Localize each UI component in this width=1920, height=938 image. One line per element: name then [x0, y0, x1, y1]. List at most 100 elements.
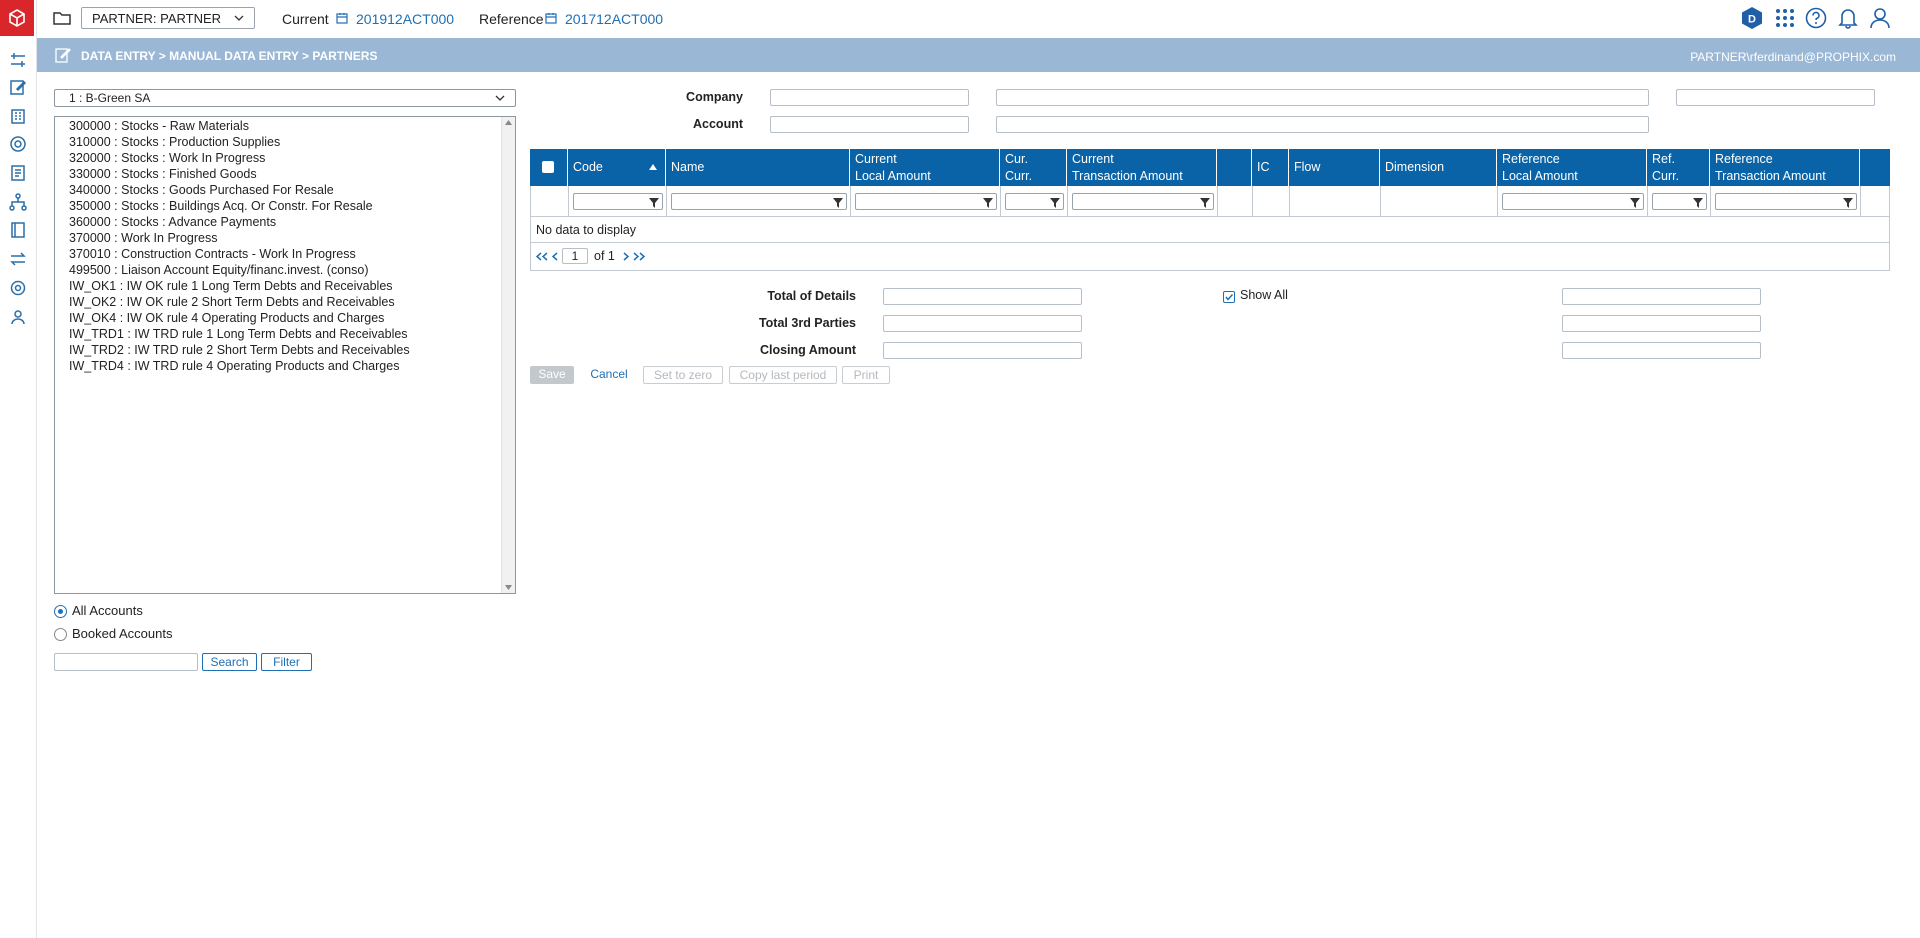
account-list-item[interactable]: 370010 : Construction Contracts - Work I… — [69, 246, 410, 262]
column-header[interactable]: Name — [666, 149, 850, 186]
booked-accounts-radio[interactable] — [54, 628, 67, 641]
journal-icon[interactable] — [8, 220, 28, 240]
ref-total-3rd-field[interactable] — [1562, 315, 1761, 332]
filter-funnel-icon[interactable] — [983, 196, 993, 211]
set-to-zero-button[interactable]: Set to zero — [643, 366, 723, 384]
building-icon[interactable] — [8, 106, 28, 126]
select-all-checkbox[interactable] — [542, 161, 554, 173]
hierarchy-icon[interactable] — [8, 192, 28, 212]
reference-period-link[interactable]: 201712ACT000 — [565, 11, 663, 27]
filter-funnel-icon[interactable] — [649, 196, 659, 211]
last-page-icon[interactable] — [633, 252, 645, 261]
all-accounts-radio[interactable] — [54, 605, 67, 618]
column-filter-input[interactable] — [671, 193, 847, 210]
print-button[interactable]: Print — [842, 366, 890, 384]
account-list-item[interactable]: 350000 : Stocks : Buildings Acq. Or Cons… — [69, 198, 410, 214]
search-button[interactable]: Search — [202, 653, 257, 671]
filter-funnel-icon[interactable] — [1200, 196, 1210, 211]
ref-total-details-field[interactable] — [1562, 288, 1761, 305]
account-list-item[interactable]: IW_TRD1 : IW TRD rule 1 Long Term Debts … — [69, 326, 410, 342]
first-page-icon[interactable] — [536, 252, 548, 261]
column-filter-input[interactable] — [1502, 193, 1644, 210]
scroll-up-icon[interactable] — [505, 120, 512, 125]
process-flow-icon[interactable] — [8, 50, 28, 70]
closing-amount-field[interactable] — [883, 342, 1082, 359]
filter-funnel-icon[interactable] — [833, 196, 843, 211]
settings-cog-icon[interactable] — [8, 134, 28, 154]
account-list-scrollbar[interactable] — [501, 117, 515, 593]
account-list-item[interactable]: 370000 : Work In Progress — [69, 230, 410, 246]
help-icon[interactable] — [1805, 6, 1827, 30]
filter-funnel-icon[interactable] — [1050, 196, 1060, 211]
notifications-bell-icon[interactable] — [1837, 6, 1859, 30]
d-badge-icon[interactable]: D — [1741, 6, 1763, 30]
filter-funnel-icon[interactable] — [1693, 196, 1703, 211]
column-filter-input[interactable] — [1005, 193, 1064, 210]
company-extra-field[interactable] — [1676, 89, 1875, 106]
account-name-field[interactable] — [996, 116, 1649, 133]
gear-icon[interactable] — [8, 278, 28, 298]
account-list-item[interactable]: 310000 : Stocks : Production Supplies — [69, 134, 410, 150]
account-list-item[interactable]: 499500 : Liaison Account Equity/financ.i… — [69, 262, 410, 278]
column-header[interactable]: Ref. Curr. — [1647, 149, 1710, 186]
filter-funnel-icon[interactable] — [1630, 196, 1640, 211]
account-list-item[interactable]: 320000 : Stocks : Work In Progress — [69, 150, 410, 166]
apps-grid-icon[interactable] — [1774, 6, 1796, 30]
account-list-item[interactable]: IW_OK4 : IW OK rule 4 Operating Products… — [69, 310, 410, 326]
account-search-input[interactable] — [54, 653, 198, 671]
column-filter-input[interactable] — [855, 193, 997, 210]
scroll-down-icon[interactable] — [505, 585, 512, 590]
column-header[interactable]: Current Transaction Amount — [1067, 149, 1217, 186]
copy-last-period-button[interactable]: Copy last period — [729, 366, 837, 384]
column-header[interactable]: Code — [568, 149, 666, 186]
total-details-field[interactable] — [883, 288, 1082, 305]
ref-closing-amount-field[interactable] — [1562, 342, 1761, 359]
account-list-item[interactable]: IW_TRD2 : IW TRD rule 2 Short Term Debts… — [69, 342, 410, 358]
cancel-button[interactable]: Cancel — [584, 366, 634, 384]
column-filter-input[interactable] — [1072, 193, 1214, 210]
save-button[interactable]: Save — [530, 366, 574, 384]
column-header[interactable]: Reference Transaction Amount — [1710, 149, 1860, 186]
users-admin-icon[interactable] — [8, 307, 28, 327]
column-header[interactable]: Dimension — [1380, 149, 1497, 186]
column-header[interactable]: Cur. Curr. — [1000, 149, 1067, 186]
column-header[interactable]: IC — [1252, 149, 1289, 186]
app-logo[interactable] — [0, 0, 34, 36]
account-code-field[interactable] — [770, 116, 969, 133]
filter-button[interactable]: Filter — [261, 653, 312, 671]
account-list-item[interactable]: IW_TRD4 : IW TRD rule 4 Operating Produc… — [69, 358, 410, 374]
column-header[interactable]: Reference Local Amount — [1497, 149, 1647, 186]
column-header[interactable]: Flow — [1289, 149, 1380, 186]
column-filter-input[interactable] — [1652, 193, 1707, 210]
sort-ascending-icon[interactable] — [649, 164, 657, 170]
report-icon[interactable] — [8, 163, 28, 183]
calendar-icon[interactable] — [336, 12, 348, 24]
account-list-item[interactable]: 360000 : Stocks : Advance Payments — [69, 214, 410, 230]
entity-select[interactable]: 1 : B-Green SA — [54, 89, 516, 107]
page-number-input[interactable]: 1 — [562, 248, 588, 264]
prev-page-icon[interactable] — [552, 252, 558, 261]
data-entry-icon[interactable] — [8, 77, 28, 97]
show-all-checkbox[interactable] — [1223, 291, 1235, 303]
account-list-item[interactable]: 340000 : Stocks : Goods Purchased For Re… — [69, 182, 410, 198]
filter-funnel-icon[interactable] — [1843, 196, 1853, 211]
current-period-link[interactable]: 201912ACT000 — [356, 11, 454, 27]
total-3rd-field[interactable] — [883, 315, 1082, 332]
calendar-icon[interactable] — [545, 12, 557, 24]
column-filter-input[interactable] — [1715, 193, 1857, 210]
next-page-icon[interactable] — [623, 252, 629, 261]
folder-icon[interactable] — [53, 10, 71, 26]
account-list-item[interactable]: 300000 : Stocks - Raw Materials — [69, 118, 410, 134]
column-filter-input[interactable] — [573, 193, 663, 210]
company-name-field[interactable] — [996, 89, 1649, 106]
column-header[interactable]: Current Local Amount — [850, 149, 1000, 186]
user-profile-icon[interactable] — [1869, 6, 1891, 30]
account-list[interactable]: 300000 : Stocks - Raw Materials 310000 : … — [54, 116, 516, 594]
partner-select[interactable]: PARTNER: PARTNER — [81, 7, 255, 29]
company-code-field[interactable] — [770, 89, 969, 106]
account-list-item[interactable]: IW_OK2 : IW OK rule 2 Short Term Debts a… — [69, 294, 410, 310]
account-list-item[interactable]: 330000 : Stocks : Finished Goods — [69, 166, 410, 182]
column-header[interactable] — [1217, 149, 1252, 186]
transfer-icon[interactable] — [8, 249, 28, 269]
account-list-item[interactable]: IW_OK1 : IW OK rule 1 Long Term Debts an… — [69, 278, 410, 294]
